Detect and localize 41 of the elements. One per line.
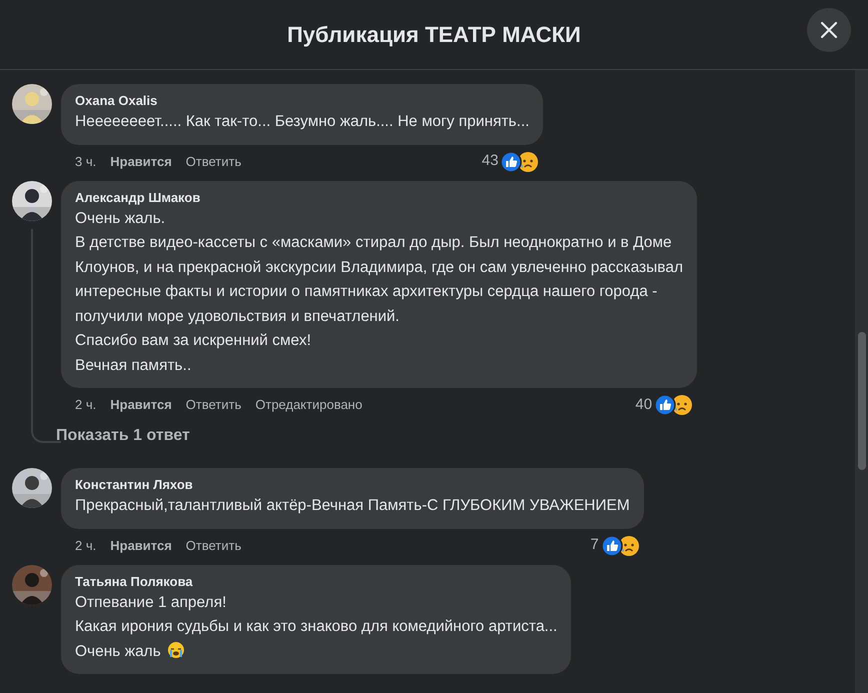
author-name[interactable]: Константин Ляхов	[75, 476, 630, 494]
close-icon	[820, 21, 838, 39]
comment-text: Вечная память..	[75, 356, 192, 376]
show-replies-link[interactable]: Показать 1 ответ	[56, 426, 698, 446]
like-link[interactable]: Нравится	[110, 152, 172, 172]
like-link[interactable]: Нравится	[110, 395, 172, 415]
scrollbar-thumb[interactable]	[858, 332, 866, 470]
sad-face-icon	[517, 150, 540, 172]
timestamp[interactable]: 2 ч.	[75, 395, 96, 415]
comment-text: Спасибо вам за искренний смех!	[75, 331, 312, 351]
like-icon	[654, 394, 676, 416]
close-button[interactable]	[807, 8, 851, 52]
author-name[interactable]: Татьяна Полякова	[75, 572, 558, 590]
edited-label: Отредактировано	[255, 396, 362, 414]
dialog-title: Публикация ТЕАТР МАСКИ	[287, 21, 581, 49]
comment-text: Прекрасный,талантливый актёр-Вечная Память-С ГЛУБОКИМ УВАЖЕНИЕМ	[75, 496, 630, 516]
like-link[interactable]: Нравится	[110, 536, 172, 556]
comment-text: Неееееееет..... Как так-то... Безумно жаль.... Не могу принять...	[75, 112, 530, 132]
author-name[interactable]: Oxana Oxalis	[75, 92, 530, 110]
timestamp[interactable]: 2 ч.	[75, 536, 96, 556]
reply-link[interactable]: Ответить	[186, 536, 242, 556]
crying-face-icon	[166, 640, 185, 658]
reaction-count[interactable]: 43	[482, 150, 498, 173]
comment-text: Какая ирония судьбы и как это знаково для комедийного артиста...	[75, 617, 558, 637]
like-icon	[500, 150, 522, 172]
comment-text: Очень жаль.	[75, 208, 166, 228]
comment-text: Клоунов, и на прекрасной экскурсии Владимира, где он сам увлеченно рассказывал	[75, 258, 684, 278]
reaction-count[interactable]: 40	[635, 394, 652, 416]
reaction-count[interactable]: 7	[590, 534, 599, 557]
comment-text: Очень жаль	[75, 640, 558, 664]
like-icon	[600, 534, 623, 556]
comment-text: Отпевание 1 апреля!	[75, 592, 228, 612]
scrollbar[interactable]	[855, 70, 868, 693]
comment-text: В детстве видео-кассеты с «масками» стирал до дыр. Был неоднократно и в Доме	[75, 233, 673, 253]
reply-link[interactable]: Ответить	[186, 395, 242, 415]
comment-text: интересные факты и истории о памятниках архитектуры сердца нашего города -	[75, 282, 658, 302]
sad-face-icon	[671, 394, 694, 416]
timestamp[interactable]: 3 ч.	[75, 152, 96, 172]
comment-text: получили море удовольствия и впечатлений.	[75, 306, 400, 326]
reply-link[interactable]: Ответить	[186, 152, 242, 172]
author-name[interactable]: Александр Шмаков	[75, 188, 684, 206]
